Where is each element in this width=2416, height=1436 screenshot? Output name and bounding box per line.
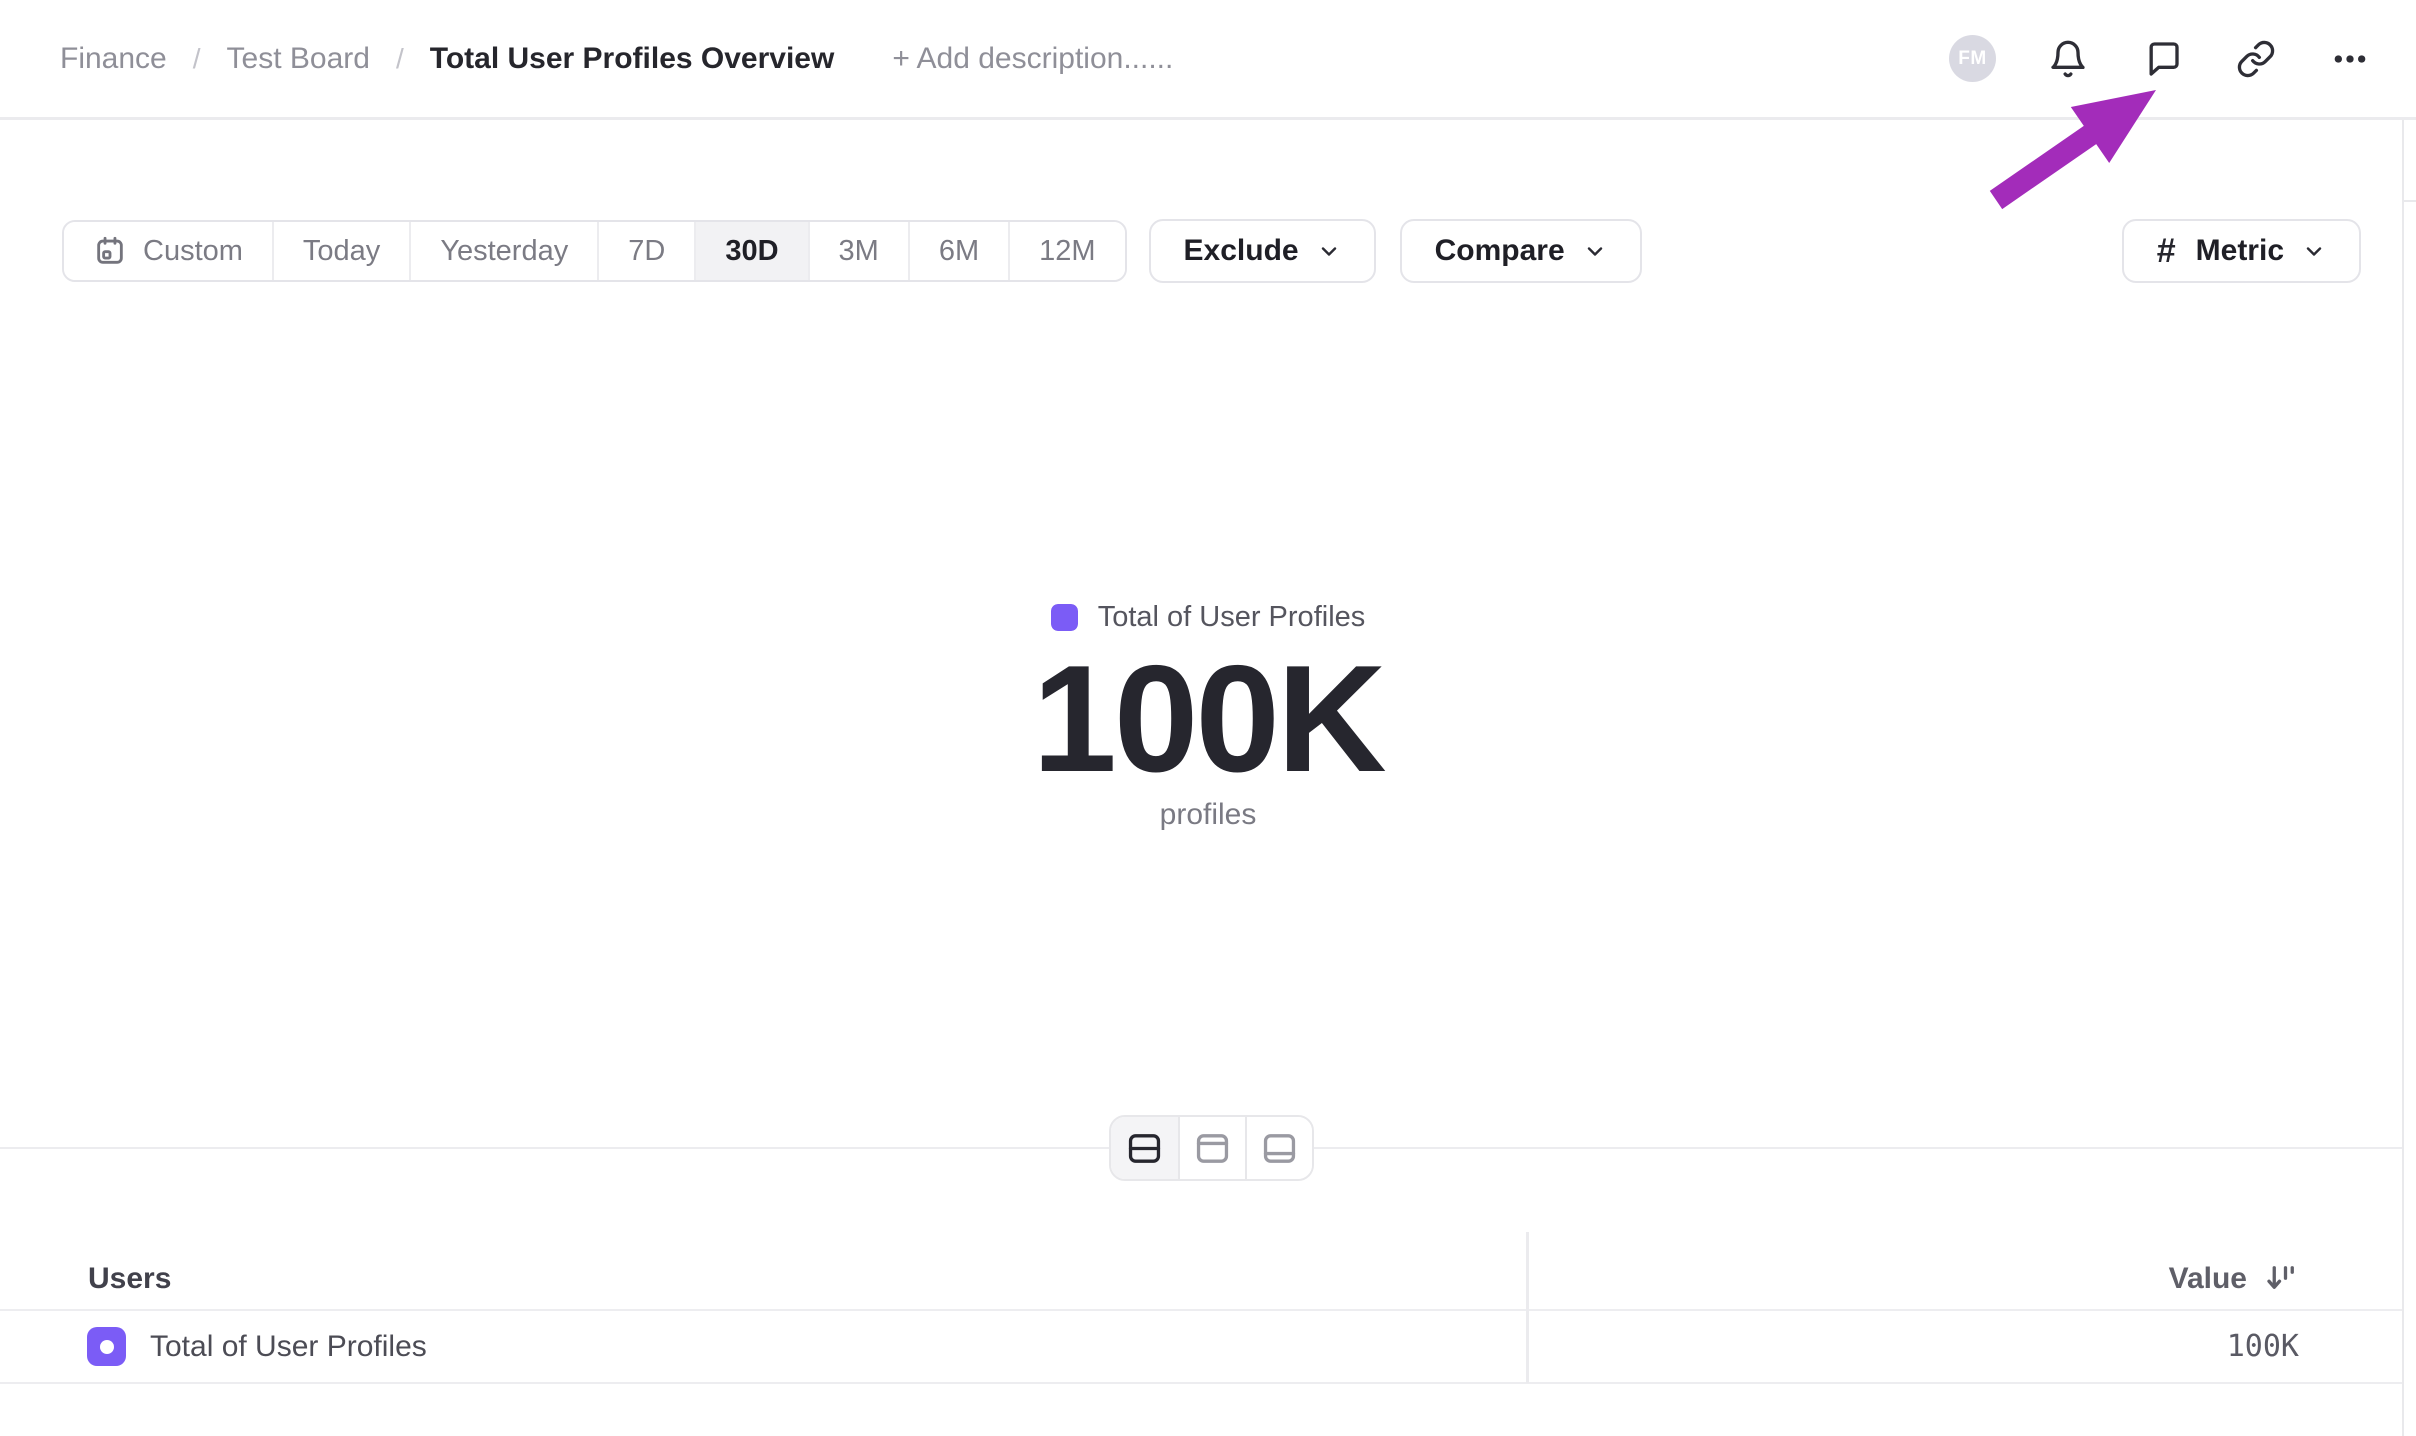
notifications-button[interactable] bbox=[2046, 37, 2090, 81]
metric-big-value: 100K bbox=[0, 636, 2416, 803]
breadcrumb: Finance / Test Board / Total User Profil… bbox=[60, 42, 1173, 76]
date-range-30d[interactable]: 30D bbox=[694, 222, 807, 280]
date-range-yesterday[interactable]: Yesterday bbox=[409, 222, 597, 280]
date-range-today[interactable]: Today bbox=[272, 222, 409, 280]
value-header-label: Value bbox=[2169, 1262, 2247, 1296]
table-row-divider bbox=[0, 1382, 2403, 1384]
page-title: Total User Profiles Overview bbox=[430, 42, 835, 76]
toolbar: Custom Today Yesterday 7D 30D 3M 6M 12M … bbox=[62, 219, 2361, 283]
hash-icon: # bbox=[2157, 232, 2176, 271]
view-toggle-group bbox=[1109, 1115, 1314, 1181]
annotation-arrow-shape bbox=[1990, 90, 2156, 209]
table-header: Users Value bbox=[0, 1248, 2403, 1310]
annotation-arrow bbox=[1986, 80, 2168, 218]
breadcrumb-separator: / bbox=[396, 43, 404, 75]
panel-bottom-icon bbox=[1261, 1132, 1298, 1165]
date-range-7d[interactable]: 7D bbox=[597, 222, 694, 280]
link-icon bbox=[2236, 39, 2276, 79]
page: Finance / Test Board / Total User Profil… bbox=[0, 0, 2416, 1436]
comments-button[interactable] bbox=[2140, 37, 2184, 81]
header-actions: FM bbox=[1949, 35, 2372, 82]
more-options-button[interactable] bbox=[2328, 37, 2372, 81]
legend-swatch-icon bbox=[1051, 604, 1078, 631]
date-range-12m[interactable]: 12M bbox=[1008, 222, 1124, 280]
table-column-divider bbox=[1526, 1232, 1529, 1383]
date-range-label: Custom bbox=[143, 235, 243, 268]
calendar-icon bbox=[93, 234, 127, 268]
ellipsis-icon bbox=[2330, 39, 2370, 79]
exclude-button[interactable]: Exclude bbox=[1149, 219, 1376, 283]
compare-button[interactable]: Compare bbox=[1400, 219, 1642, 283]
avatar[interactable]: FM bbox=[1949, 35, 1996, 82]
sort-descending-icon bbox=[2263, 1261, 2299, 1297]
chevron-down-icon bbox=[2302, 239, 2326, 263]
right-gutter-tick bbox=[2402, 200, 2416, 202]
row-value: 100K bbox=[2227, 1329, 2299, 1364]
series-swatch-icon bbox=[87, 1327, 126, 1366]
date-range-6m[interactable]: 6M bbox=[908, 222, 1008, 280]
split-view-icon bbox=[1126, 1132, 1163, 1165]
copy-link-button[interactable] bbox=[2234, 37, 2278, 81]
right-gutter-border bbox=[2402, 120, 2404, 1436]
view-toggle-chart-only[interactable] bbox=[1178, 1117, 1245, 1179]
series-dot bbox=[100, 1340, 114, 1354]
breadcrumb-test-board[interactable]: Test Board bbox=[227, 42, 370, 76]
bell-icon bbox=[2048, 39, 2088, 79]
panel-top-icon bbox=[1194, 1132, 1231, 1165]
view-toggle-split[interactable] bbox=[1111, 1117, 1178, 1179]
chevron-down-icon bbox=[1317, 239, 1341, 263]
value-column-header[interactable]: Value bbox=[2169, 1261, 2299, 1297]
date-range-custom[interactable]: Custom bbox=[64, 222, 272, 280]
metric-button[interactable]: # Metric bbox=[2122, 219, 2361, 283]
chevron-down-icon bbox=[1583, 239, 1607, 263]
breadcrumb-separator: / bbox=[193, 43, 201, 75]
metric-legend: Total of User Profiles bbox=[0, 601, 2416, 634]
breadcrumb-finance[interactable]: Finance bbox=[60, 42, 167, 76]
metric-unit: profiles bbox=[0, 798, 2416, 832]
comment-bubble-icon bbox=[2142, 39, 2182, 79]
date-range-control: Custom Today Yesterday 7D 30D 3M 6M 12M bbox=[62, 220, 1127, 282]
row-label: Total of User Profiles bbox=[150, 1330, 427, 1364]
view-toggle-table-only[interactable] bbox=[1245, 1117, 1312, 1179]
table-row[interactable]: Total of User Profiles 100K bbox=[0, 1311, 2403, 1382]
compare-label: Compare bbox=[1435, 234, 1565, 268]
date-range-3m[interactable]: 3M bbox=[808, 222, 908, 280]
exclude-label: Exclude bbox=[1184, 234, 1299, 268]
add-description-button[interactable]: + Add description...... bbox=[892, 42, 1173, 76]
legend-label: Total of User Profiles bbox=[1098, 601, 1366, 634]
metric-label: Metric bbox=[2196, 234, 2284, 268]
users-column-header: Users bbox=[88, 1262, 171, 1296]
